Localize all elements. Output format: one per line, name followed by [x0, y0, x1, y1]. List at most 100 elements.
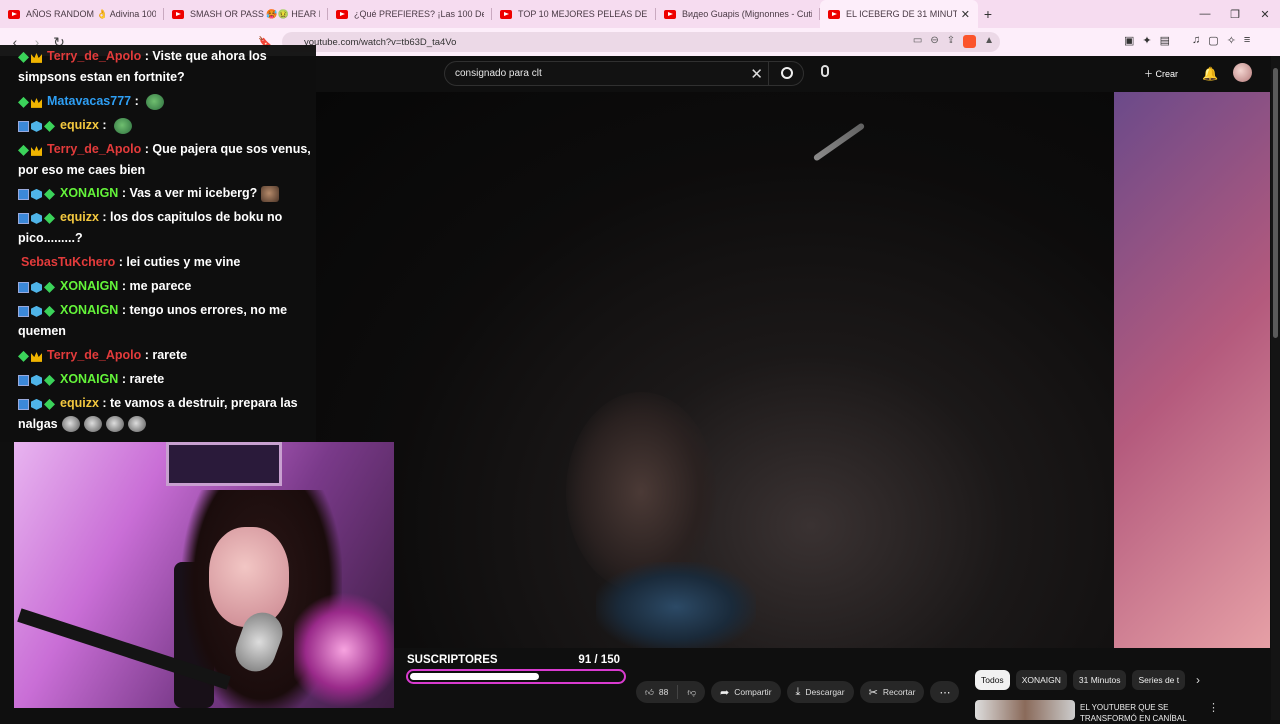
chat-username[interactable]: equizx: [60, 396, 99, 410]
green-badge-icon: [18, 51, 29, 63]
recommended-thumbnail[interactable]: [975, 700, 1075, 720]
chat-username[interactable]: equizx: [60, 118, 99, 132]
chat-username[interactable]: Terry_de_Apolo: [47, 49, 141, 63]
chat-badges: [18, 346, 44, 366]
chat-message: XONAIGN : rarete: [18, 369, 318, 390]
create-button[interactable]: ＋ Crear: [1144, 67, 1178, 80]
chat-username[interactable]: Terry_de_Apolo: [47, 348, 141, 362]
notifications-icon[interactable]: 🔔: [1202, 66, 1218, 82]
cast-icon[interactable]: ▭: [913, 35, 922, 48]
close-window-icon[interactable]: ✕: [1250, 0, 1280, 28]
cube-badge-icon: [31, 120, 42, 132]
chat-username[interactable]: SebasTuKchero: [21, 255, 115, 269]
arrow-badge-icon: [18, 212, 29, 224]
dislike-button[interactable]: 👎︎: [678, 687, 705, 698]
microphone-icon[interactable]: [821, 65, 829, 77]
chat-message: XONAIGN : Vas a ver mi iceberg?: [18, 183, 318, 204]
browser-tab[interactable]: AÑOS RANDOM 👌 Adivina 100 Can: [0, 0, 164, 28]
chat-badges: [18, 184, 57, 204]
download-icon: ⤓: [795, 685, 801, 698]
video-actions: 👍︎ 88 👎︎ ➦ Compartir ⤓ Descargar ✂ Recortar …: [636, 681, 960, 703]
clip-button[interactable]: ✂ Recortar: [859, 681, 925, 703]
arrow-badge-icon: [18, 398, 29, 410]
share-arrow-icon: ➦: [720, 686, 730, 699]
search-icon[interactable]: [781, 67, 793, 79]
chat-text: :: [98, 118, 111, 132]
youtube-favicon-icon: [336, 9, 348, 19]
leo-icon[interactable]: ✧: [1227, 34, 1236, 47]
subscriber-goal-widget: SUSCRIPTORES 91 / 150: [406, 653, 626, 685]
browser-tab[interactable]: Видео Guapis (Mignonnes - Cuties): [656, 0, 820, 28]
search-value: consignado para clt: [455, 68, 542, 79]
browser-tab[interactable]: SMASH OR PASS 🥵🤢 HEAR ME OUT: [164, 0, 328, 28]
new-tab-button[interactable]: +: [978, 6, 998, 22]
chat-message: Terry_de_Apolo : Viste que ahora los sim…: [18, 46, 318, 87]
media-icon[interactable]: ♫: [1192, 34, 1200, 47]
browser-tab[interactable]: TOP 10 MEJORES PELEAS DE DALAS: [492, 0, 656, 28]
subscriber-goal-count: 91 / 150: [578, 654, 620, 666]
share-button[interactable]: ➦ Compartir: [711, 681, 781, 703]
crown-badge-icon: [31, 146, 42, 156]
cube-badge-icon: [31, 212, 42, 224]
more-vert-icon[interactable]: ⋮: [1208, 701, 1219, 714]
subscriber-progress-bar: [406, 669, 626, 684]
chat-badges: [18, 301, 57, 321]
scissors-icon: ✂: [868, 686, 878, 699]
chat-username[interactable]: XONAIGN: [60, 279, 118, 293]
chat-text: : Vas a ver mi iceberg?: [118, 186, 258, 200]
chat-text: : rarete: [141, 348, 188, 362]
youtube-favicon-icon: [500, 9, 512, 19]
puzzle-icon[interactable]: ✦: [1142, 34, 1151, 47]
like-dislike-group: 👍︎ 88 👎︎: [636, 681, 705, 703]
menu-icon[interactable]: ≡: [1244, 34, 1250, 47]
recommended-title[interactable]: EL YOUTUBER QUE SE TRANSFORMÓ EN CANÍBAL: [1080, 702, 1190, 724]
zoom-icon[interactable]: ⊖: [930, 35, 938, 48]
chat-badges: [18, 47, 44, 67]
chat-username[interactable]: equizx: [60, 210, 99, 224]
chat-username[interactable]: XONAIGN: [60, 186, 118, 200]
restore-window-icon[interactable]: ❐: [1220, 0, 1250, 28]
more-actions-button[interactable]: ⋯: [930, 681, 960, 703]
chat-username[interactable]: XONAIGN: [60, 372, 118, 386]
minimize-window-icon[interactable]: —: [1190, 0, 1220, 28]
chat-badges: [18, 140, 44, 160]
sidebar-icon[interactable]: ▤: [1160, 34, 1170, 47]
cube-badge-icon: [31, 281, 42, 293]
chat-badges: [18, 394, 57, 414]
chip-todos[interactable]: Todos: [975, 670, 1010, 690]
more-icon: ⋯: [939, 686, 951, 699]
search-input[interactable]: consignado para clt ✕: [444, 61, 804, 86]
chat-message: Matavacas777 :: [18, 91, 318, 112]
browser-tab-active[interactable]: EL ICEBERG DE 31 MINUTOS 🧊✕: [820, 0, 978, 28]
cube-badge-icon: [31, 374, 42, 386]
chat-username[interactable]: XONAIGN: [60, 303, 118, 317]
chip-xonaign[interactable]: XONAIGN: [1015, 670, 1067, 690]
chat-username[interactable]: Terry_de_Apolo: [47, 142, 141, 156]
clear-search-icon[interactable]: ✕: [750, 65, 763, 83]
cube-badge-icon: [31, 188, 42, 200]
page-scrollbar[interactable]: [1271, 56, 1280, 720]
chat-text: : tengo unos errores, no me quemen: [18, 303, 288, 338]
chip-series[interactable]: Series de t: [1132, 670, 1186, 690]
address-bar[interactable]: youtube.com/watch?v=tb63D_ta4Vo ▭ ⊖ ⇪ ▲: [282, 32, 1000, 52]
browser-tab[interactable]: ¿Qué PREFIERES? ¡Las 100 Decisione: [328, 0, 492, 28]
close-tab-icon[interactable]: ✕: [961, 8, 970, 21]
wallet-icon[interactable]: ▢: [1208, 34, 1218, 47]
crown-badge-icon: [31, 98, 42, 108]
chevron-right-icon[interactable]: ›: [1196, 673, 1200, 687]
chat-text: : lei cuties y me vine: [115, 255, 241, 269]
video-player[interactable]: [316, 92, 1114, 648]
brave-shields-icon[interactable]: [963, 35, 977, 48]
chat-username[interactable]: Matavacas777: [47, 94, 131, 108]
brave-rewards-icon[interactable]: ▲: [984, 35, 994, 48]
green-badge-icon: [44, 305, 55, 317]
download-button[interactable]: ⤓ Descargar: [786, 681, 854, 703]
avatar[interactable]: [1233, 63, 1252, 82]
chat-message: equizx : los dos capitulos de boku no pi…: [18, 207, 318, 248]
extension-icon[interactable]: ▣: [1124, 34, 1134, 47]
thumbs-down-icon: 👎︎: [687, 686, 696, 697]
frog-emote-icon: [114, 117, 133, 134]
share-icon[interactable]: ⇪: [947, 35, 955, 48]
chip-31-minutos[interactable]: 31 Minutos: [1072, 670, 1127, 690]
like-button[interactable]: 👍︎ 88: [636, 687, 677, 698]
